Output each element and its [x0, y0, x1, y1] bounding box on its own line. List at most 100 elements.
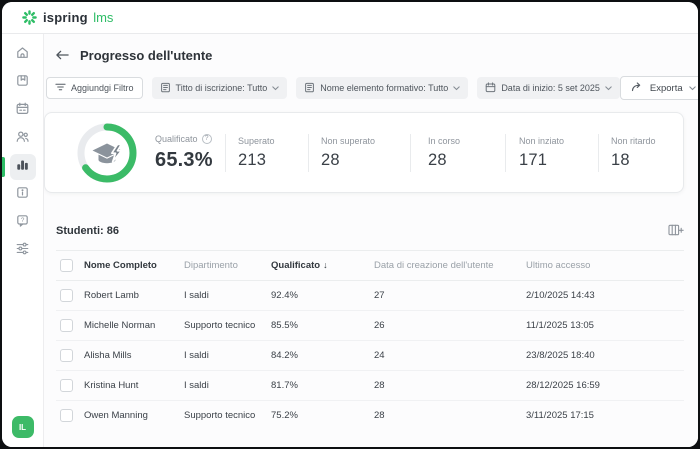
row-checkbox[interactable] — [60, 289, 73, 302]
enrollment-filter-label: Titto di iscrizione: Tutto — [176, 83, 268, 93]
stat-value: 171 — [519, 151, 598, 170]
summary-card: Qualificato? 65.3% Superato 213 Non supe… — [44, 112, 684, 193]
sidebar-item-reports[interactable] — [2, 153, 44, 181]
chevron-down-icon — [605, 83, 612, 93]
calendar-small-icon — [485, 82, 496, 95]
stat-value: 213 — [238, 151, 308, 170]
export-button[interactable]: Exporta — [620, 76, 698, 100]
logo-ispring-text: ispring — [43, 10, 88, 25]
back-button[interactable] — [56, 48, 69, 63]
table-row[interactable]: Alisha Mills I saldi 84.2% 24 23/8/2025 … — [56, 341, 684, 371]
row-checkbox[interactable] — [60, 409, 73, 422]
stat-non-inziato: Non inziato 171 — [505, 134, 598, 172]
users-icon — [15, 129, 30, 149]
column-header-department[interactable]: Dipartimento — [184, 251, 271, 281]
cell-department: I saldi — [184, 341, 271, 371]
cell-last-access: 2/10/2025 14:43 — [526, 281, 684, 311]
export-label: Exporta — [650, 83, 683, 94]
chevron-down-icon — [453, 83, 460, 93]
cell-qualified: 75.2% — [271, 401, 374, 431]
kiosk-icon — [15, 185, 30, 205]
graduation-cap-bolt-icon — [93, 143, 122, 163]
feedback-icon: ? — [15, 213, 30, 233]
table-row[interactable]: Michelle Norman Supporto tecnico 85.5% 2… — [56, 311, 684, 341]
cell-qualified: 85.5% — [271, 311, 374, 341]
calendar-icon — [15, 101, 30, 121]
export-share-icon — [631, 81, 644, 95]
cell-created: 27 — [374, 281, 526, 311]
students-table: Nome Completo Dipartimento Qualificato↓ … — [56, 250, 684, 431]
stat-non-ritardo: Non ritardo 18 — [598, 134, 678, 172]
stat-label: Non inziato — [519, 136, 598, 146]
sidebar: ? IL — [2, 34, 44, 447]
home-icon — [15, 45, 30, 65]
stat-label: Qualificato — [155, 134, 198, 144]
cell-name: Alisha Mills — [84, 341, 184, 371]
library-icon — [15, 73, 30, 93]
stat-label: Superato — [238, 136, 308, 146]
cell-department: I saldi — [184, 371, 271, 401]
row-checkbox[interactable] — [60, 349, 73, 362]
settings-sliders-icon — [15, 241, 30, 261]
stat-value: 28 — [321, 151, 410, 170]
help-icon[interactable]: ? — [202, 134, 212, 144]
cell-qualified: 92.4% — [271, 281, 374, 311]
sort-desc-icon: ↓ — [323, 260, 328, 270]
cell-name: Owen Manning — [84, 401, 184, 431]
cell-created: 28 — [374, 401, 526, 431]
add-filter-button[interactable]: Aggiundgi Filtro — [46, 77, 143, 99]
stat-superato: Superato 213 — [225, 134, 308, 172]
clipboard-icon — [160, 82, 171, 95]
stat-value: 65.3% — [155, 149, 225, 172]
content-filter-chip[interactable]: Nome elemento formativo: Tutto — [296, 77, 468, 99]
table-row[interactable]: Robert Lamb I saldi 92.4% 27 2/10/2025 1… — [56, 281, 684, 311]
stat-value: 28 — [428, 151, 505, 170]
column-header-last-access[interactable]: Ultimo accesso — [526, 251, 684, 281]
stat-label: In corso — [428, 136, 505, 146]
qualified-donut-chart — [75, 121, 139, 185]
sidebar-item-kiosk[interactable] — [2, 181, 44, 209]
cell-qualified: 81.7% — [271, 371, 374, 401]
column-header-qualified[interactable]: Qualificato↓ — [271, 251, 374, 281]
row-checkbox[interactable] — [60, 379, 73, 392]
cell-last-access: 23/8/2025 18:40 — [526, 341, 684, 371]
cell-name: Michelle Norman — [84, 311, 184, 341]
cell-last-access: 11/1/2025 13:05 — [526, 311, 684, 341]
table-row[interactable]: Owen Manning Supporto tecnico 75.2% 28 3… — [56, 401, 684, 431]
table-row[interactable]: Kristina Hunt I saldi 81.7% 28 28/12/202… — [56, 371, 684, 401]
cell-created: 28 — [374, 371, 526, 401]
cell-department: I saldi — [184, 281, 271, 311]
manage-columns-button[interactable] — [668, 224, 684, 239]
cell-name: Robert Lamb — [84, 281, 184, 311]
sidebar-item-users[interactable] — [2, 125, 44, 153]
main-content: Progresso dell'utente Aggiundgi Filtro T… — [44, 34, 698, 447]
select-all-checkbox[interactable] — [60, 259, 73, 272]
start-date-filter-label: Data di inizio: 5 set 2025 — [501, 83, 600, 93]
enrollment-filter-chip[interactable]: Titto di iscrizione: Tutto — [152, 77, 288, 99]
clipboard-icon — [304, 82, 315, 95]
svg-text:?: ? — [21, 217, 25, 224]
sidebar-item-settings[interactable] — [2, 237, 44, 265]
sidebar-item-calendar[interactable] — [2, 97, 44, 125]
reports-icon — [15, 157, 30, 177]
stat-label: Non ritardo — [611, 136, 678, 146]
ispring-logo-icon — [22, 10, 37, 25]
stat-value: 18 — [611, 151, 678, 170]
students-count-title: Studenti: 86 — [56, 225, 119, 237]
sidebar-item-home[interactable] — [2, 41, 44, 69]
logo-wordmark: ispring lms — [43, 9, 113, 27]
sidebar-item-feedback[interactable]: ? — [2, 209, 44, 237]
arrow-left-icon — [56, 48, 69, 63]
add-filter-label: Aggiundgi Filtro — [71, 83, 134, 93]
sidebar-item-library[interactable] — [2, 69, 44, 97]
row-checkbox[interactable] — [60, 319, 73, 332]
columns-plus-icon — [668, 224, 684, 239]
user-avatar[interactable]: IL — [12, 416, 34, 438]
cell-department: Supporto tecnico — [184, 311, 271, 341]
start-date-filter-chip[interactable]: Data di inizio: 5 set 2025 — [477, 77, 620, 99]
chevron-down-icon — [689, 83, 696, 94]
column-header-created[interactable]: Data di creazione dell'utente — [374, 251, 526, 281]
column-header-name[interactable]: Nome Completo — [84, 251, 184, 281]
cell-last-access: 3/11/2025 17:15 — [526, 401, 684, 431]
cell-created: 24 — [374, 341, 526, 371]
